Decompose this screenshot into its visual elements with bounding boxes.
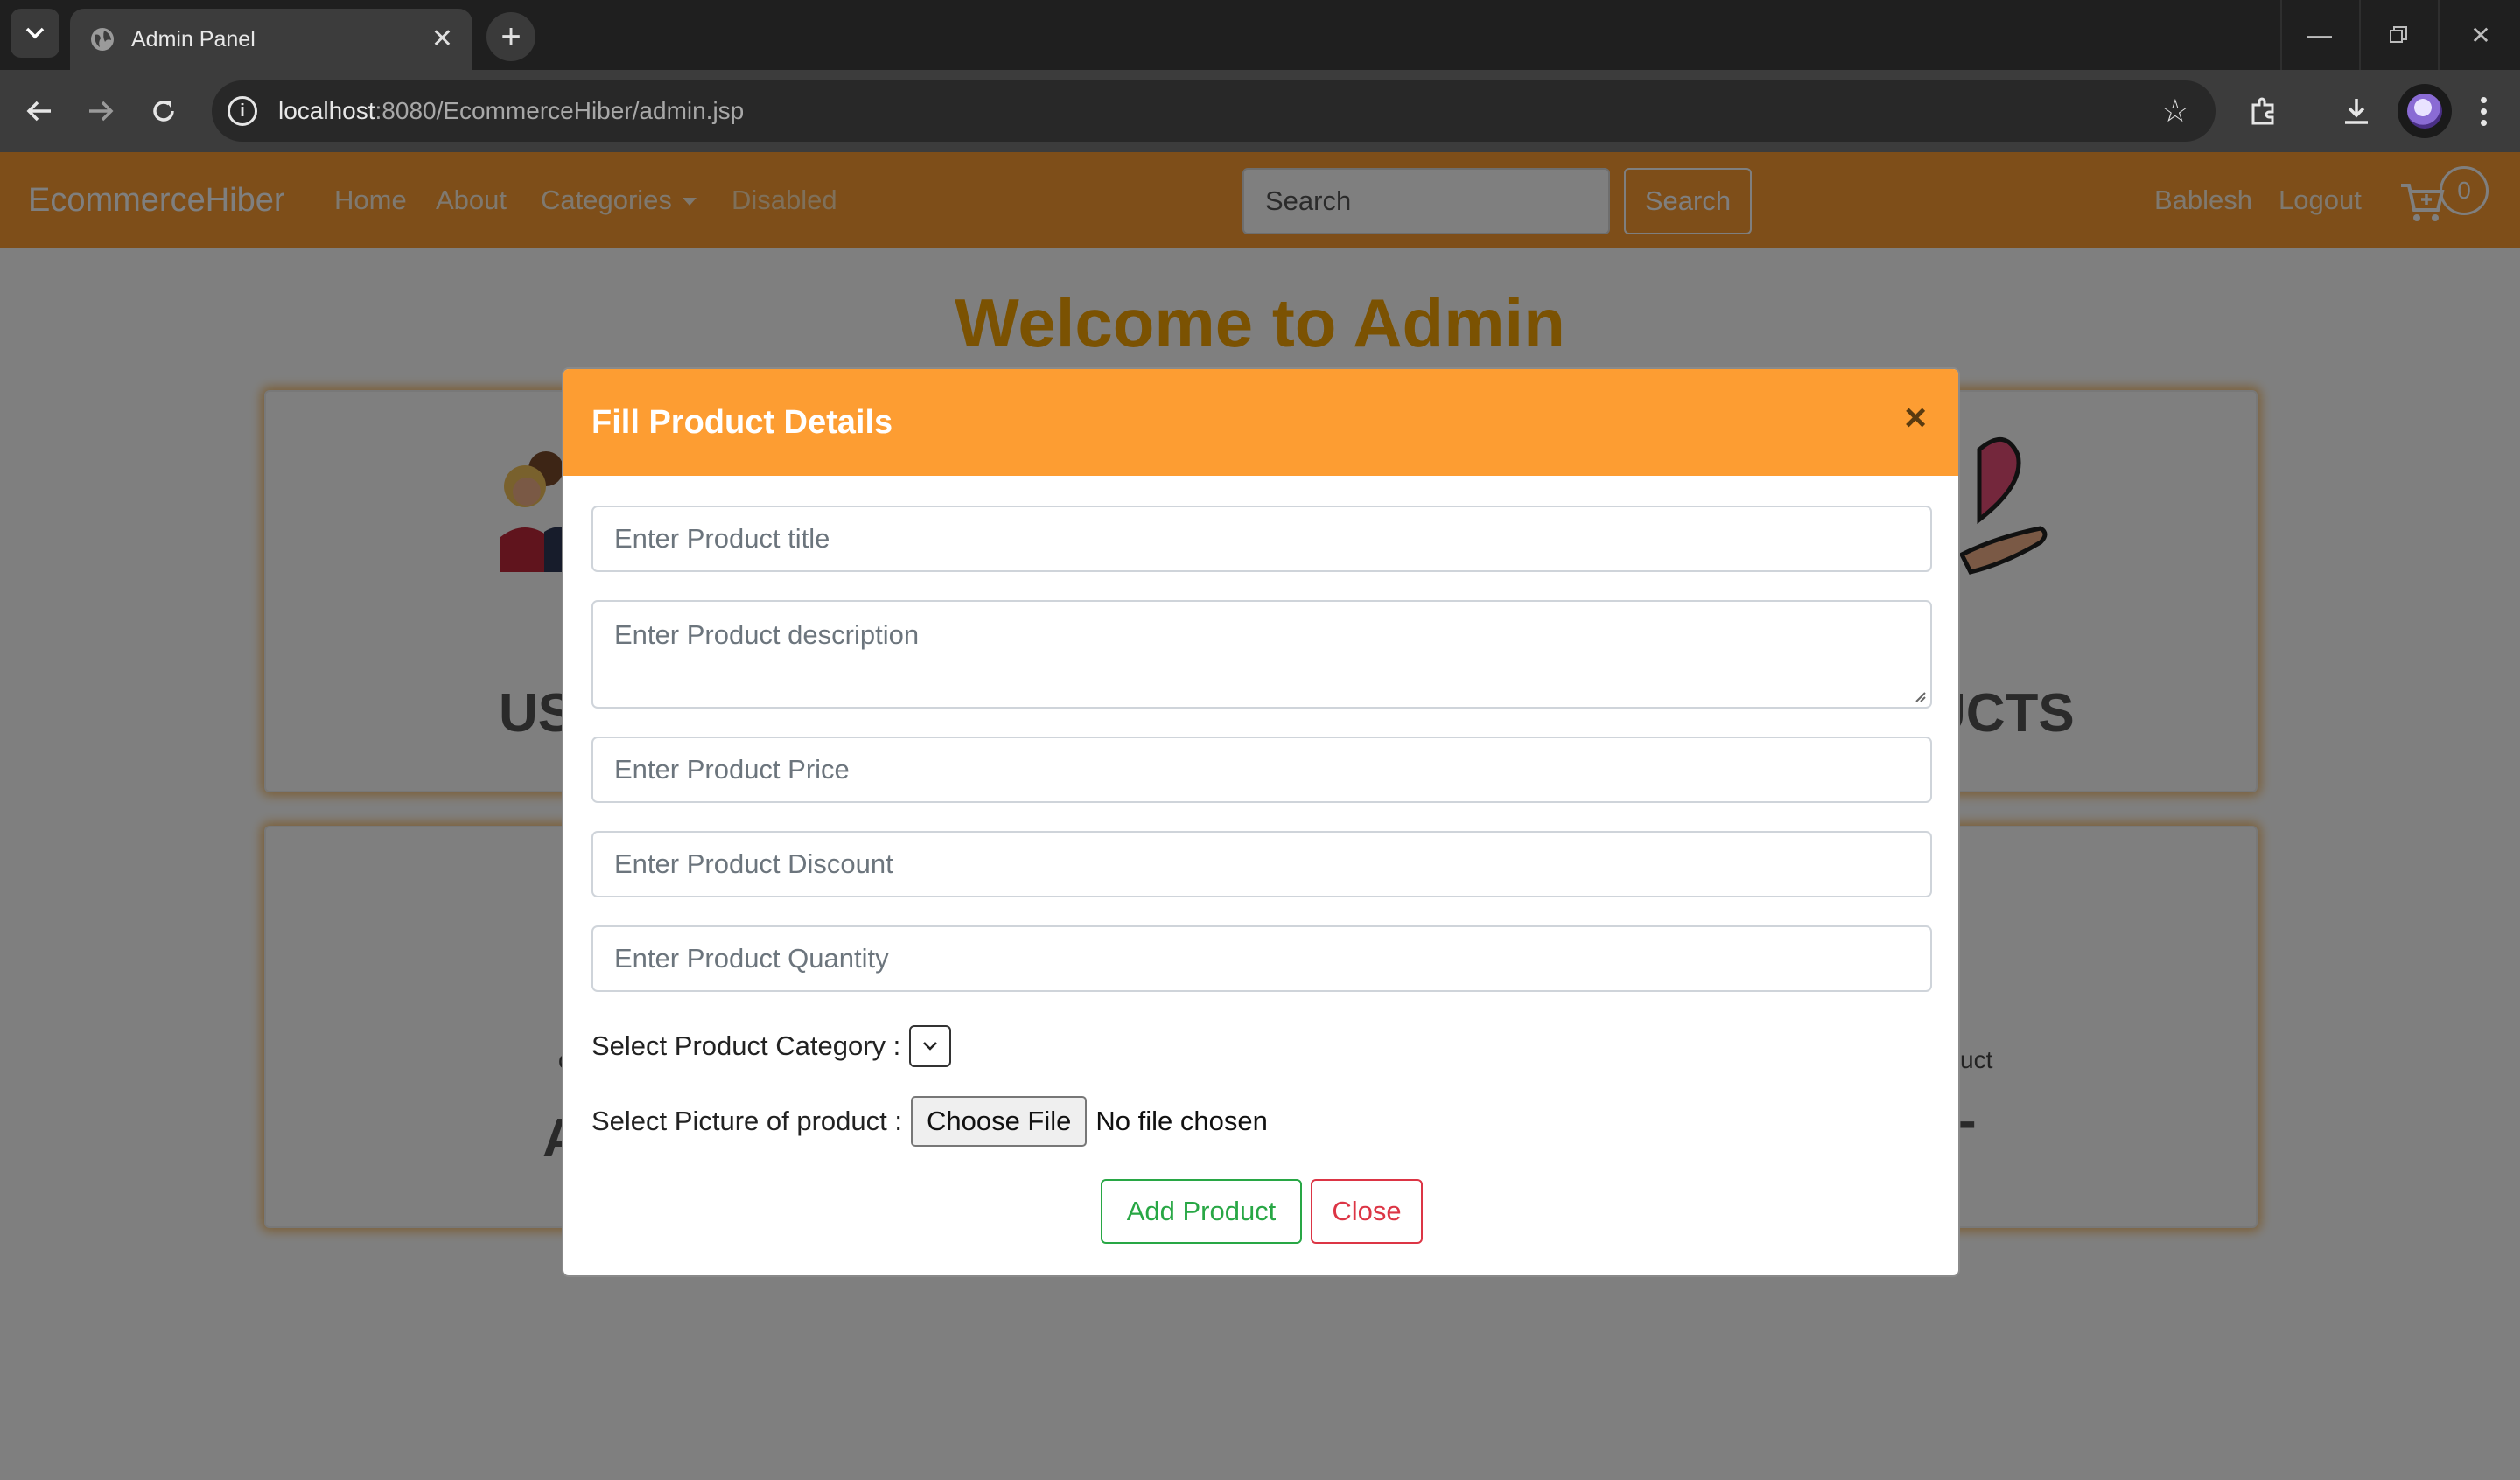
browser-tab-active[interactable]: Admin Panel ✕ (70, 9, 472, 70)
back-arrow-icon[interactable] (18, 89, 61, 133)
download-icon[interactable] (2334, 89, 2378, 133)
product-description-textarea[interactable]: Enter Product description (592, 600, 1932, 709)
window-separator (2438, 0, 2440, 70)
bookmark-star-icon[interactable]: ☆ (2161, 93, 2189, 129)
category-row: Select Product Category : (592, 1020, 952, 1072)
product-discount-input[interactable]: Enter Product Discount (592, 831, 1932, 897)
close-button[interactable]: Close (1311, 1179, 1423, 1244)
profile-avatar[interactable] (2398, 84, 2452, 138)
choose-file-button[interactable]: Choose File (910, 1096, 1088, 1147)
category-label: Select Product Category : (592, 1030, 901, 1061)
address-bar: i localhost:8080/EcommerceHiber/admin.js… (0, 70, 2520, 152)
browser-tabstrip: Admin Panel ✕ + — ✕ (0, 0, 2520, 70)
restore-icon[interactable] (2359, 0, 2438, 70)
modal-title: Fill Product Details (592, 403, 893, 441)
new-tab-button[interactable]: + (486, 12, 536, 61)
close-icon[interactable]: × (1904, 399, 1927, 437)
site-info-icon[interactable]: i (228, 96, 257, 126)
add-product-button[interactable]: Add Product (1101, 1179, 1302, 1244)
resize-handle-icon[interactable] (1913, 689, 1927, 703)
product-quantity-input[interactable]: Enter Product Quantity (592, 925, 1932, 992)
chevron-down-icon (25, 27, 45, 39)
add-product-modal: Fill Product Details × Enter Product tit… (562, 367, 1960, 1277)
globe-icon (91, 28, 114, 51)
url-field[interactable]: i localhost:8080/EcommerceHiber/admin.js… (212, 80, 2216, 142)
chevron-down-icon (923, 1042, 938, 1051)
description-placeholder: Enter Product description (614, 619, 920, 650)
tab-search-button[interactable] (10, 9, 60, 58)
tab-close-icon[interactable]: ✕ (431, 26, 453, 52)
forward-arrow-icon[interactable] (79, 89, 122, 133)
product-price-input[interactable]: Enter Product Price (592, 737, 1932, 803)
extensions-puzzle-icon[interactable] (2242, 89, 2286, 133)
picture-row: Select Picture of product : Choose File … (592, 1095, 1268, 1148)
modal-header: Fill Product Details × (564, 369, 1958, 476)
category-select[interactable] (909, 1025, 952, 1067)
picture-label: Select Picture of product : (592, 1106, 902, 1136)
tab-title: Admin Panel (131, 26, 256, 52)
minimize-icon[interactable]: — (2280, 0, 2359, 70)
url-text: localhost:8080/EcommerceHiber/admin.jsp (278, 97, 745, 124)
product-title-input[interactable]: Enter Product title (592, 506, 1932, 572)
browser-menu-icon[interactable] (2466, 89, 2501, 133)
close-window-icon[interactable]: ✕ (2441, 0, 2520, 70)
page-viewport: EcommerceHiber Home About Categories Dis… (0, 152, 2520, 1480)
reload-icon[interactable] (142, 89, 186, 133)
no-file-text: No file chosen (1096, 1106, 1268, 1136)
